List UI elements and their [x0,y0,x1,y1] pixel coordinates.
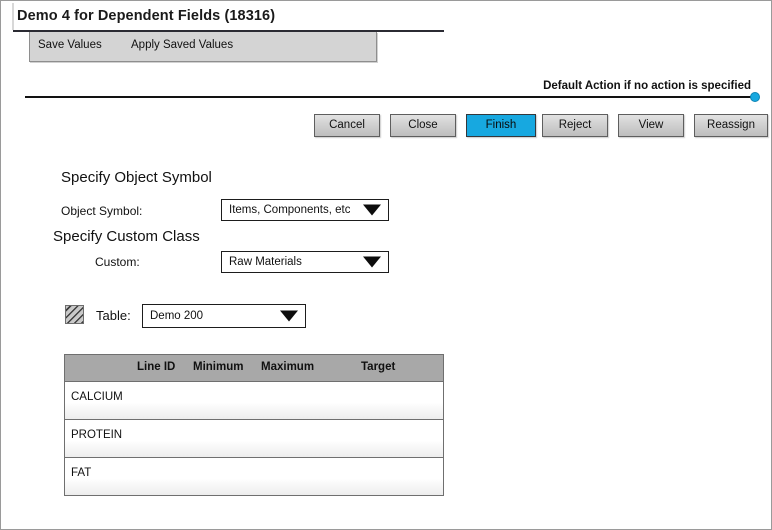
table-row[interactable]: CALCIUM [65,382,443,420]
finish-button[interactable]: Finish [466,114,536,137]
chevron-down-icon [363,256,381,268]
view-button[interactable]: View [618,114,684,137]
grid-header-row: Line ID Minimum Maximum Target [65,355,443,382]
column-header-line-id: Line ID [137,361,176,373]
title-bar: Demo 4 for Dependent Fields (18316) [1,1,771,30]
default-action-label: Default Action if no action is specified [543,80,751,92]
reject-button[interactable]: Reject [542,114,608,137]
data-grid: Line ID Minimum Maximum Target CALCIUM P… [64,354,444,496]
custom-dropdown[interactable]: Raw Materials [221,251,389,273]
table-row[interactable]: PROTEIN [65,420,443,458]
chevron-down-icon [280,310,298,322]
page-title: Demo 4 for Dependent Fields (18316) [17,8,276,24]
object-symbol-dropdown[interactable]: Items, Components, etc [221,199,389,221]
custom-class-section-heading: Specify Custom Class [53,228,200,245]
object-symbol-value: Items, Components, etc [229,204,351,216]
reassign-button[interactable]: Reassign [694,114,768,137]
default-action-divider [25,96,755,98]
application-window: Demo 4 for Dependent Fields (18316) Save… [0,0,772,530]
column-header-target: Target [361,361,396,373]
custom-label: Custom: [95,255,140,269]
row-name-fat: FAT [71,467,92,479]
column-header-minimum: Minimum [193,361,244,373]
save-values-button[interactable]: Save Values [38,39,102,51]
row-name-calcium: CALCIUM [71,391,123,403]
cancel-button[interactable]: Cancel [314,114,380,137]
column-header-maximum: Maximum [261,361,315,373]
row-name-protein: PROTEIN [71,429,123,441]
object-symbol-label: Object Symbol: [61,204,143,218]
table-row[interactable]: FAT [65,458,443,495]
chevron-down-icon [363,204,381,216]
apply-saved-values-button[interactable]: Apply Saved Values [131,39,233,51]
default-action-marker-icon [750,92,760,102]
custom-value: Raw Materials [229,256,302,268]
hatched-square-icon [65,305,84,324]
toolbar: Save Values Apply Saved Values [29,32,377,62]
title-left-edge [12,3,14,30]
table-label: Table: [96,308,131,323]
close-button[interactable]: Close [390,114,456,137]
object-symbol-section-heading: Specify Object Symbol [61,169,212,186]
table-value: Demo 200 [150,310,204,322]
table-dropdown[interactable]: Demo 200 [142,304,306,328]
